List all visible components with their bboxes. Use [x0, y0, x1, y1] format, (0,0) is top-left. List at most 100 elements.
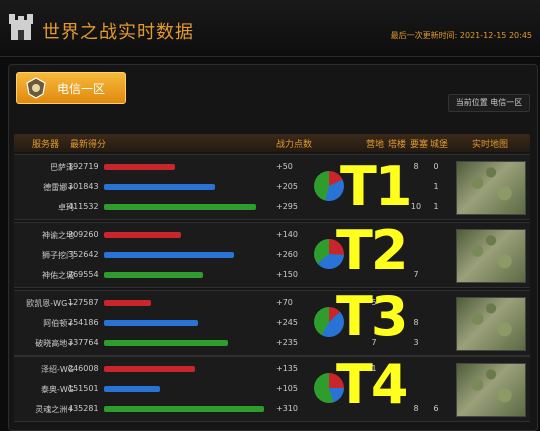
tier-annotation: T4 — [336, 353, 408, 416]
crest-icon — [26, 77, 46, 99]
score-bar — [104, 366, 195, 372]
castle-count: 0 — [433, 162, 439, 171]
col-castle: 城堡 — [430, 140, 449, 150]
table-row: 德雷娜+ 301843 +205 1 — [14, 177, 530, 197]
realtime-map-thumbnail[interactable] — [456, 161, 526, 215]
score-bar — [104, 320, 198, 326]
table-row: 阿伯顿+ 254186 +245 8 — [14, 313, 530, 333]
tier-group-1: 巴萨泽 192719 +50 8 0 德雷娜+ 301843 +205 1 卓玛 411532 +29… — [14, 154, 530, 220]
tier-group-3: 欧凯恩-WG+ 127587 +70 5 阿伯顿+ 254186 +245 8 破晓高地+ 337… — [14, 290, 530, 356]
score-bar — [104, 204, 256, 210]
tier-group-4: 泽绍-WG 246008 +135 1 泰奥-WG 151501 +105 灵魂之洲+ 4352… — [14, 356, 530, 422]
col-score: 最新得分 — [70, 140, 107, 150]
power-value: +260 — [276, 250, 298, 259]
score-bar — [104, 272, 203, 278]
col-map: 实时地图 — [472, 140, 509, 150]
server-name[interactable]: 泽绍-WG — [14, 364, 74, 375]
castle-count: 1 — [433, 182, 439, 191]
realtime-map-thumbnail[interactable] — [456, 297, 526, 351]
fort-count: 7 — [413, 270, 419, 279]
server-button-label: 电信一区 — [57, 82, 106, 96]
server-name[interactable]: 阿伯顿+ — [14, 318, 74, 329]
col-tower: 塔楼 — [388, 140, 407, 150]
score-value: 192719 — [68, 162, 99, 171]
power-value: +245 — [276, 318, 298, 327]
power-value: +70 — [276, 298, 293, 307]
castle-count: 1 — [433, 202, 439, 211]
server-name[interactable]: 灵魂之洲+ — [14, 404, 74, 415]
server-name[interactable]: 德雷娜+ — [14, 182, 74, 193]
power-value: +135 — [276, 364, 298, 373]
power-value: +50 — [276, 162, 293, 171]
power-value: +235 — [276, 338, 298, 347]
server-name[interactable]: 欧凯恩-WG+ — [14, 298, 74, 309]
table-row: 神谕之地 209260 +140 — [14, 225, 530, 245]
score-value: 127587 — [68, 298, 99, 307]
server-name[interactable]: 破晓高地+ — [14, 338, 74, 349]
castle-count: 6 — [433, 404, 439, 413]
score-value: 246008 — [68, 364, 99, 373]
power-value: +205 — [276, 182, 298, 191]
table-row: 破晓高地+ 337764 +235 7 3 — [14, 333, 530, 353]
table-row: 欧凯恩-WG+ 127587 +70 5 — [14, 293, 530, 313]
fort-count: 8 — [413, 404, 419, 413]
server-select-button[interactable]: 电信一区 — [16, 72, 126, 104]
power-value: +105 — [276, 384, 298, 393]
update-time: 最后一次更新时间: 2021-12-15 20:45 — [391, 30, 532, 41]
page-title: 世界之战实时数据 — [42, 22, 194, 43]
score-value: 337764 — [68, 338, 99, 347]
realtime-map-thumbnail[interactable] — [456, 229, 526, 283]
score-bar — [104, 184, 215, 190]
col-camp: 营地 — [366, 140, 385, 150]
score-value: 209260 — [68, 230, 99, 239]
server-name[interactable]: 卓玛 — [14, 202, 74, 213]
power-value: +310 — [276, 404, 298, 413]
power-value: +150 — [276, 270, 298, 279]
score-value: 411532 — [68, 202, 99, 211]
server-name[interactable]: 巴萨泽 — [14, 162, 74, 173]
score-bar — [104, 164, 175, 170]
col-fort: 要塞 — [410, 140, 429, 150]
page-header: 世界之战实时数据 最后一次更新时间: 2021-12-15 20:45 — [0, 0, 540, 57]
table-row: 巴萨泽 192719 +50 8 0 — [14, 157, 530, 177]
table-row: 泽绍-WG 246008 +135 1 — [14, 359, 530, 379]
score-bar — [104, 340, 228, 346]
score-bar — [104, 300, 151, 306]
fort-count: 8 — [413, 318, 419, 327]
update-label: 最后一次更新时间: — [390, 31, 458, 40]
tier-annotation: T3 — [336, 285, 408, 348]
tier-group-2: 神谕之地 209260 +140 狮子挖门 352642 +260 神佑之城 269554 +1… — [14, 222, 530, 288]
score-value: 254186 — [68, 318, 99, 327]
power-value: +140 — [276, 230, 298, 239]
server-name[interactable]: 神佑之城 — [14, 270, 74, 281]
power-value: +295 — [276, 202, 298, 211]
server-name[interactable]: 泰奥-WG — [14, 384, 74, 395]
table-row: 神佑之城 269554 +150 7 — [14, 265, 530, 285]
server-name[interactable]: 神谕之地 — [14, 230, 74, 241]
current-location[interactable]: 当前位置 电信一区 — [448, 94, 530, 112]
score-value: 269554 — [68, 270, 99, 279]
score-value: 435281 — [68, 404, 99, 413]
fort-count: 8 — [413, 162, 419, 171]
table-row: 卓玛 411532 +295 10 1 — [14, 197, 530, 217]
table-header: 服务器 最新得分 战力点数 营地 塔楼 要塞 城堡 实时地图 — [14, 134, 530, 152]
tier-annotation: T1 — [340, 155, 412, 218]
table-row: 灵魂之洲+ 435281 +310 8 6 — [14, 399, 530, 419]
realtime-map-thumbnail[interactable] — [456, 363, 526, 417]
table-row: 狮子挖门 352642 +260 — [14, 245, 530, 265]
score-value: 301843 — [68, 182, 99, 191]
tier-annotation: T2 — [336, 219, 408, 282]
castle-icon — [9, 14, 33, 40]
score-bar — [104, 232, 181, 238]
fort-count: 10 — [410, 202, 422, 211]
col-power: 战力点数 — [276, 140, 313, 150]
score-value: 352642 — [68, 250, 99, 259]
score-bar — [104, 406, 264, 412]
score-value: 151501 — [68, 384, 99, 393]
server-name[interactable]: 狮子挖门 — [14, 250, 74, 261]
update-value: 2021-12-15 20:45 — [459, 31, 532, 40]
fort-count: 3 — [413, 338, 419, 347]
table-row: 泰奥-WG 151501 +105 — [14, 379, 530, 399]
col-server: 服务器 — [32, 140, 60, 150]
score-bar — [104, 252, 234, 258]
